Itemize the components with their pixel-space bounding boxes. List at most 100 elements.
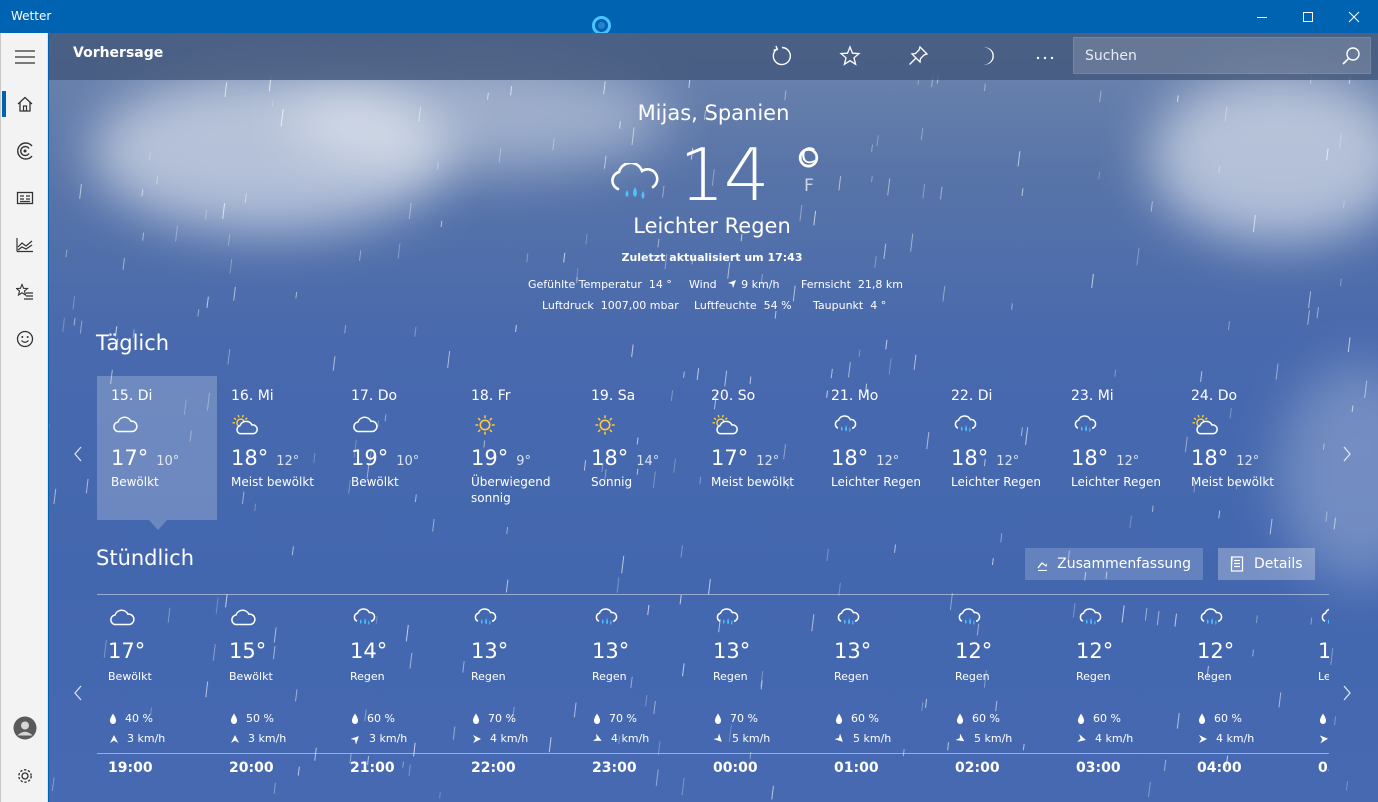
sidebar-item-historical[interactable] — [1, 223, 49, 267]
raindrop-streak — [1307, 310, 1310, 325]
theme-toggle-button[interactable] — [971, 41, 1001, 71]
more-options-button[interactable] — [1030, 41, 1060, 71]
hour-time: 21:00 — [350, 760, 395, 776]
hour-precipitation: 70 % — [472, 712, 516, 725]
hour-condition: Regen — [834, 670, 869, 683]
raindrop-streak — [616, 577, 620, 593]
day-icon-wrapper — [1071, 408, 1177, 438]
raindrop-streak — [838, 176, 842, 191]
raindrop-streak — [922, 183, 926, 199]
sidebar-item-feedback[interactable] — [1, 317, 49, 361]
raindrop-streak — [887, 178, 891, 196]
hour-column[interactable]: 15° Bewölkt 50 % 3 km/h 20:00 — [218, 595, 339, 795]
raindrop-icon — [956, 713, 964, 724]
hour-column[interactable]: 13° Regen 70 % 4 km/h 23:00 — [581, 595, 702, 795]
day-date: 17. Do — [351, 388, 398, 404]
detail-label: Wind — [689, 278, 717, 291]
raindrop-streak — [680, 545, 683, 558]
day-card[interactable]: 15. Di 17° 10° Bewölkt — [97, 376, 217, 530]
raindrop-streak — [206, 296, 209, 308]
raindrop-streak — [784, 90, 787, 101]
maximize-button[interactable] — [1285, 0, 1331, 33]
chevron-right-icon — [1343, 446, 1351, 462]
sidebar-item-places[interactable] — [1, 270, 49, 314]
details-button[interactable]: Details — [1218, 548, 1315, 580]
daily-next-button[interactable] — [1340, 442, 1354, 466]
wind-direction-icon — [1319, 734, 1328, 743]
raindrop-streak — [291, 546, 294, 556]
raindrop-icon — [835, 713, 843, 724]
day-card[interactable]: 23. Mi 18° 12° Leichter Regen — [1057, 376, 1177, 520]
hour-column[interactable]: 12° Regen 60 % 5 km/h 02:00 — [944, 595, 1065, 795]
raindrop-streak — [876, 135, 879, 147]
raindrop-icon — [714, 713, 722, 724]
hour-time: 04:00 — [1197, 760, 1242, 776]
hour-column[interactable]: 17° Bewölkt 40 % 3 km/h 19:00 — [97, 595, 218, 795]
hour-time: 00:00 — [713, 760, 758, 776]
hourly-next-button[interactable] — [1340, 681, 1354, 705]
hour-time: 23:00 — [592, 760, 637, 776]
day-condition: Leichter Regen — [831, 475, 922, 489]
detail-value: 21,8 km — [857, 278, 903, 291]
hour-column[interactable]: 13° Regen 60 % 5 km/h 01:00 — [823, 595, 944, 795]
hour-column[interactable]: 12° Regen 60 % 4 km/h 03:00 — [1065, 595, 1186, 795]
daily-prev-button[interactable] — [71, 442, 85, 466]
refresh-button[interactable] — [767, 41, 797, 71]
partly-sunny-icon — [1192, 414, 1218, 435]
day-icon-wrapper — [711, 408, 817, 438]
fahrenheit-toggle[interactable]: F — [804, 176, 814, 196]
precipitation-value: 60 % — [367, 712, 395, 725]
rain-icon — [595, 608, 618, 625]
sidebar-item-maps[interactable] — [1, 129, 49, 173]
hour-wind: 5 km/h — [835, 732, 891, 745]
hour-column[interactable]: 13° Regen 70 % 5 km/h 00:00 — [702, 595, 823, 795]
search-button[interactable] — [1337, 42, 1365, 70]
raindrop-streak — [1150, 201, 1153, 212]
day-card[interactable]: 16. Mi 18° 12° Meist bewölkt — [217, 376, 337, 520]
account-button[interactable] — [1, 706, 49, 750]
sidebar-item-forecast[interactable] — [1, 82, 49, 126]
raindrop-streak — [344, 325, 347, 334]
refresh-icon — [772, 45, 791, 66]
hour-icon-wrapper — [350, 607, 378, 633]
menu-icon — [15, 50, 35, 64]
close-button[interactable] — [1331, 0, 1377, 33]
hour-column[interactable]: 12° Regen 60 % 4 km/h 04:00 — [1186, 595, 1307, 795]
hour-precipitation: 70 % — [714, 712, 758, 725]
hour-wind: 4 km/h — [1198, 732, 1254, 745]
hamburger-menu-button[interactable] — [1, 35, 49, 79]
raindrop-streak — [871, 175, 873, 183]
wind-direction-icon — [835, 733, 843, 742]
settings-button[interactable] — [1, 754, 49, 798]
day-card[interactable]: 21. Mo 18° 12° Leichter Regen — [817, 376, 937, 520]
day-card[interactable]: 17. Do 19° 10° Bewölkt — [337, 376, 457, 520]
day-low-temp: 9° — [516, 454, 532, 469]
minimize-button[interactable] — [1239, 0, 1285, 33]
raindrop-streak — [1339, 278, 1342, 286]
rain-icon — [474, 608, 497, 625]
wind-direction-icon — [473, 734, 481, 743]
hour-column[interactable]: 14° Regen 60 % 3 km/h 21:00 — [339, 595, 460, 795]
wind-value: 3 km/h — [248, 732, 287, 745]
summary-button[interactable]: Zusammenfassung — [1025, 548, 1203, 580]
celsius-toggle[interactable]: C — [801, 144, 816, 168]
hour-icon-wrapper — [471, 607, 499, 633]
precipitation-value: 70 % — [488, 712, 516, 725]
sidebar-item-news[interactable] — [1, 176, 49, 220]
hour-column[interactable]: 12° Leichter Regen 60 % 4 km/h 05:00 — [1307, 595, 1329, 795]
day-card[interactable]: 19. Sa 18° 14° Sonnig — [577, 376, 697, 520]
day-icon-wrapper — [951, 408, 1057, 438]
search-input[interactable] — [1074, 38, 1334, 73]
pin-button[interactable] — [903, 41, 933, 71]
day-condition: Leichter Regen — [1071, 475, 1162, 489]
favorite-button[interactable] — [835, 41, 865, 71]
day-card[interactable]: 18. Fr 19° 9° Überwiegend sonnig — [457, 376, 577, 520]
day-card[interactable]: 22. Di 18° 12° Leichter Regen — [937, 376, 1057, 520]
hourly-prev-button[interactable] — [71, 681, 85, 705]
hour-column[interactable]: 13° Regen 70 % 4 km/h 22:00 — [460, 595, 581, 795]
search-box — [1073, 37, 1371, 74]
day-card[interactable]: 20. So 17° 12° Meist bewölkt — [697, 376, 817, 520]
day-card[interactable]: 24. Do 18° 12° Meist bewölkt — [1177, 376, 1297, 520]
rain-icon — [954, 415, 977, 432]
raindrop-streak — [1316, 306, 1319, 319]
